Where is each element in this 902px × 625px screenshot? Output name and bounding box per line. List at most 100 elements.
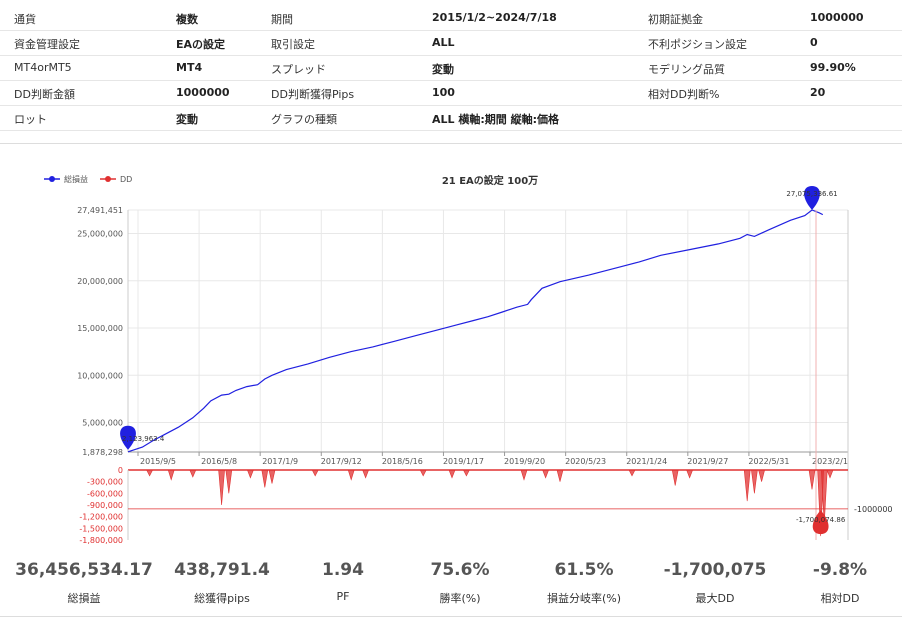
dd-spike [261,469,269,488]
dd-spike [218,469,225,506]
settings-table: 通貨 複数 期間 2015/1/2~2024/7/18 初期証拠金 100000… [0,0,902,138]
setting-value: 変動 [432,63,454,76]
setting-value: 0 [810,36,818,49]
dd-spike [146,469,154,477]
x-tick-label: 2023/2/1 [812,457,848,466]
divider [0,143,902,144]
stat-value: 75.6% [430,560,490,580]
dd-spike [686,469,694,479]
legend-label: DD [120,175,132,184]
dd-spike [268,469,276,484]
setting-label: グラフの種類 [271,113,337,126]
y-tick-label: 10,000,000 [77,371,123,380]
stat-value: 438,791.4 [174,560,270,580]
dd-spike [311,469,319,477]
setting-label: 不利ポジション設定 [648,38,747,51]
dd-y-tick-label: -1,800,000 [79,536,123,545]
legend-marker [105,176,111,182]
dd-spike [671,469,679,486]
x-tick-label: 2017/1/9 [262,457,298,466]
divider [0,616,902,617]
stat-value: -9.8% [812,560,868,580]
setting-label: 相対DD判断% [648,88,720,101]
equity-line [127,209,824,453]
dd-spike [751,469,758,494]
setting-label: 資金管理設定 [14,38,80,51]
dd-y-tick-label: -1,200,000 [79,513,123,522]
settings-row: 通貨 複数 期間 2015/1/2~2024/7/18 初期証拠金 100000… [0,5,902,31]
dd-spike [189,469,197,478]
setting-value: 1000000 [176,86,230,99]
stats-bar: 36,456,534.17 総損益 438,791.4 総獲得pips 1.94… [0,560,902,620]
dd-y-tick-label: -900,000 [87,501,123,510]
y-tick-label: 25,000,000 [77,230,123,239]
chart-title: 21 EAの設定 100万 [442,174,538,187]
stat-label: 相対DD [820,592,860,605]
setting-value: 100 [432,86,455,99]
stat-value: 61.5% [554,560,614,580]
setting-value: ALL 横軸:期間 縦軸:価格 [432,113,559,126]
setting-label: 期間 [271,13,293,26]
x-tick-label: 2021/9/27 [687,457,728,466]
x-tick-label: 2017/9/12 [321,457,362,466]
settings-row: MT4orMT5 MT4 スプレッド 変動 モデリング品質 99.90% [0,55,902,81]
settings-row: 資金管理設定 EAの設定 取引設定 ALL 不利ポジション設定 0 [0,30,902,56]
setting-label: 初期証拠金 [648,13,703,26]
x-tick-label: 2020/5/23 [565,457,606,466]
stat-label: 勝率(%) [439,592,481,605]
settings-row: DD判断金額 1000000 DD判断獲得Pips 100 相対DD判断% 20 [0,80,902,106]
setting-value: 2015/1/2~2024/7/18 [432,11,557,24]
setting-label: ロット [14,113,47,126]
setting-label: MT4orMT5 [14,61,72,74]
settings-row: ロット 変動 グラフの種類 ALL 横軸:期間 縦軸:価格 [0,105,902,131]
setting-label: DD判断金額 [14,88,75,101]
dd-spike [246,469,254,479]
x-tick-label: 2019/9/20 [504,457,545,466]
dd-spike [743,469,751,502]
stat-value: 36,456,534.17 [15,560,153,580]
dd-spike [448,469,456,479]
dd-threshold-label: -1000000 [854,505,893,514]
dd-spike [542,469,550,479]
x-tick-label: 2018/5/16 [382,457,423,466]
x-tick-label: 2015/9/5 [140,457,176,466]
stat-max-dd: -1,700,075 最大DD [645,560,785,606]
setting-value: 20 [810,86,826,99]
dd-spike [556,469,564,482]
stat-label: 総損益 [67,592,101,605]
stat-value: -1,700,075 [663,560,767,580]
dd-spike [808,469,816,490]
stat-label: 総獲得pips [194,592,250,605]
setting-value: MT4 [176,61,203,74]
setting-value: 変動 [176,113,198,126]
x-tick-label: 2022/5/31 [748,457,789,466]
end-value-label: 27,075,336.61 [786,190,837,198]
setting-label: 通貨 [14,13,36,26]
dd-spike [758,469,765,482]
dd-y-tick-label: -1,500,000 [79,524,123,533]
dd-spike [362,469,370,479]
dd-spike [347,469,355,481]
y-tick-label: 5,000,000 [82,419,123,428]
stat-label: 損益分岐率(%) [546,592,622,605]
y-tick-label: 1,878,298 [82,448,123,457]
y-tick-label: 20,000,000 [77,277,123,286]
y-tick-label: 27,491,451 [77,206,123,215]
dd-spike [520,469,528,481]
x-tick-label: 2016/5/8 [201,457,237,466]
dd-spike [167,469,175,481]
stat-total-pips: 438,791.4 総獲得pips [152,560,292,606]
dd-spike [462,469,470,477]
setting-label: モデリング品質 [648,63,725,76]
stat-label: 最大DD [695,592,735,605]
stat-total-profit: 36,456,534.17 総損益 [14,560,154,606]
setting-value: 複数 [176,13,198,26]
equity-chart: 21 EAの設定 100万 総損益 DD 27,491,451 25,000,000 20… [44,174,893,545]
dd-spike [826,469,834,479]
stat-breakeven-rate: 61.5% 損益分岐率(%) [514,560,654,606]
x-tick-label: 2021/1/24 [626,457,667,466]
setting-label: DD判断獲得Pips [271,88,355,101]
setting-value: 99.90% [810,61,856,74]
dd-min-label: -1,700,074.86 [796,516,846,524]
start-value-label: 2,123,963.4 [122,435,165,443]
